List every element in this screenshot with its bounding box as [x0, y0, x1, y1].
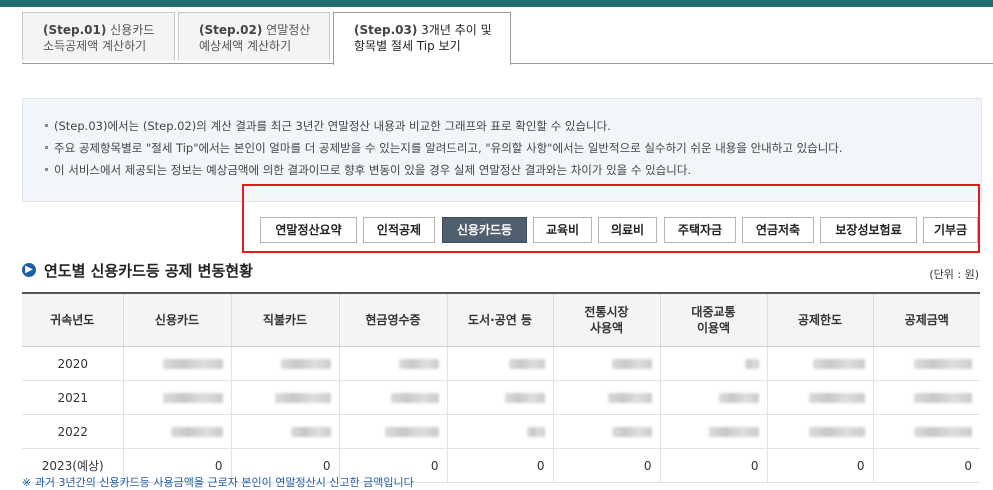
top-accent-bar	[0, 0, 993, 7]
cell-value: 0	[872, 448, 980, 483]
cell-redacted	[230, 414, 339, 449]
cell-redacted	[338, 346, 447, 381]
bullet-icon	[45, 145, 48, 149]
category-button-education[interactable]: 교육비	[533, 217, 592, 243]
category-button-donation[interactable]: 기부금	[923, 217, 978, 243]
cell-redacted	[872, 346, 980, 381]
tab-title-line2: 항목별 절세 Tip 보기	[354, 39, 461, 53]
cell-redacted	[446, 380, 553, 415]
table-row: 2022	[22, 414, 980, 449]
table-row: 2020	[22, 346, 980, 381]
cell-redacted	[552, 380, 660, 415]
tab-step-label: (Step.03)	[354, 23, 418, 37]
tab-step-02[interactable]: (Step.02) 연말정산 예상세액 계산하기	[178, 12, 330, 60]
cell-year: 2022	[22, 414, 123, 449]
info-line: 이 서비스에서 제공되는 정보는 예상금액에 의한 결과이므로 향후 변동이 있…	[45, 159, 981, 181]
tab-step-03[interactable]: (Step.03) 3개년 추이 및 항목별 절세 Tip 보기	[333, 12, 511, 65]
category-button-pension[interactable]: 연금저축	[742, 217, 814, 243]
tab-underline-gap	[334, 63, 510, 64]
cell-redacted	[552, 414, 660, 449]
header-year: 귀속년도	[22, 292, 123, 347]
header-deduction-limit: 공제한도	[766, 292, 873, 347]
cell-redacted	[766, 346, 873, 381]
cell-redacted	[659, 380, 767, 415]
cell-year: 2021	[22, 380, 123, 415]
cell-redacted	[338, 414, 447, 449]
tab-step-label: (Step.01)	[43, 23, 107, 37]
cell-redacted	[659, 346, 767, 381]
cell-redacted	[872, 380, 980, 415]
header-books-performances: 도서·공연 등	[446, 292, 553, 347]
cell-redacted	[122, 414, 231, 449]
cell-redacted	[552, 346, 660, 381]
table-header-row: 귀속년도 신용카드 직불카드 현금영수증 도서·공연 등 전통시장 사용액 대중…	[22, 292, 980, 347]
header-credit-card: 신용카드	[122, 292, 231, 347]
header-public-transport: 대중교통 이용액	[659, 292, 767, 347]
tab-title-line1: 3개년 추이 및	[421, 23, 492, 37]
cell-redacted	[338, 380, 447, 415]
info-text: 이 서비스에서 제공되는 정보는 예상금액에 의한 결과이므로 향후 변동이 있…	[54, 163, 692, 177]
header-debit-card: 직불카드	[230, 292, 339, 347]
tab-step-label: (Step.02)	[199, 23, 263, 37]
cell-redacted	[766, 414, 873, 449]
info-line: (Step.03)에서는 (Step.02)의 계산 결과를 최근 3년간 연말…	[45, 115, 981, 137]
deduction-table: 귀속년도 신용카드 직불카드 현금영수증 도서·공연 등 전통시장 사용액 대중…	[22, 292, 980, 483]
cell-redacted	[659, 414, 767, 449]
cell-value: 0	[766, 448, 873, 483]
tab-title-line1: 연말정산	[266, 23, 311, 37]
arrow-circle-icon: ▶	[22, 263, 36, 277]
tab-title-line2: 소득공제액 계산하기	[43, 39, 147, 53]
info-text: 주요 공제항목별로 "절세 Tip"에서는 본인이 얼마를 더 공제받을 수 있…	[54, 141, 843, 155]
cell-redacted	[122, 346, 231, 381]
tab-title-line2: 예상세액 계산하기	[199, 39, 292, 53]
header-deduction-amount: 공제금액	[872, 292, 980, 347]
cell-redacted	[872, 414, 980, 449]
cell-redacted	[446, 346, 553, 381]
cell-value: 0	[552, 448, 660, 483]
info-text: (Step.03)에서는 (Step.02)의 계산 결과를 최근 3년간 연말…	[54, 119, 611, 133]
info-line: 주요 공제항목별로 "절세 Tip"에서는 본인이 얼마를 더 공제받을 수 있…	[45, 137, 981, 159]
cell-redacted	[446, 414, 553, 449]
header-traditional-market: 전통시장 사용액	[552, 292, 660, 347]
cell-value: 0	[659, 448, 767, 483]
cell-redacted	[122, 380, 231, 415]
cell-redacted	[766, 380, 873, 415]
header-cash-receipt: 현금영수증	[338, 292, 447, 347]
unit-label: (단위 : 원)	[929, 268, 979, 281]
tab-title-line1: 신용카드	[110, 23, 155, 37]
footnote-text: ※ 과거 3년간의 신용카드등 사용금액을 근로자 본인이 연말정산시 신고한 …	[22, 476, 414, 489]
bullet-icon	[45, 123, 48, 127]
section-title-text: 연도별 신용카드등 공제 변동현황	[44, 261, 253, 280]
cell-redacted	[230, 346, 339, 381]
category-button-summary[interactable]: 연말정산요약	[260, 217, 357, 243]
tab-step-01[interactable]: (Step.01) 신용카드 소득공제액 계산하기	[22, 12, 175, 60]
cell-value: 0	[446, 448, 553, 483]
cell-redacted	[230, 380, 339, 415]
cell-year: 2020	[22, 346, 123, 381]
category-button-housing[interactable]: 주택자금	[664, 217, 736, 243]
section-title: ▶ 연도별 신용카드등 공제 변동현황	[22, 260, 253, 280]
category-button-personal[interactable]: 인적공제	[363, 217, 435, 243]
category-button-insurance[interactable]: 보장성보험료	[820, 217, 917, 243]
category-button-medical[interactable]: 의료비	[598, 217, 657, 243]
step-tabs: (Step.01) 신용카드 소득공제액 계산하기 (Step.02) 연말정산…	[22, 12, 993, 65]
table-row: 2021	[22, 380, 980, 415]
bullet-icon	[45, 167, 48, 171]
category-button-credit-card[interactable]: 신용카드등	[442, 217, 527, 243]
